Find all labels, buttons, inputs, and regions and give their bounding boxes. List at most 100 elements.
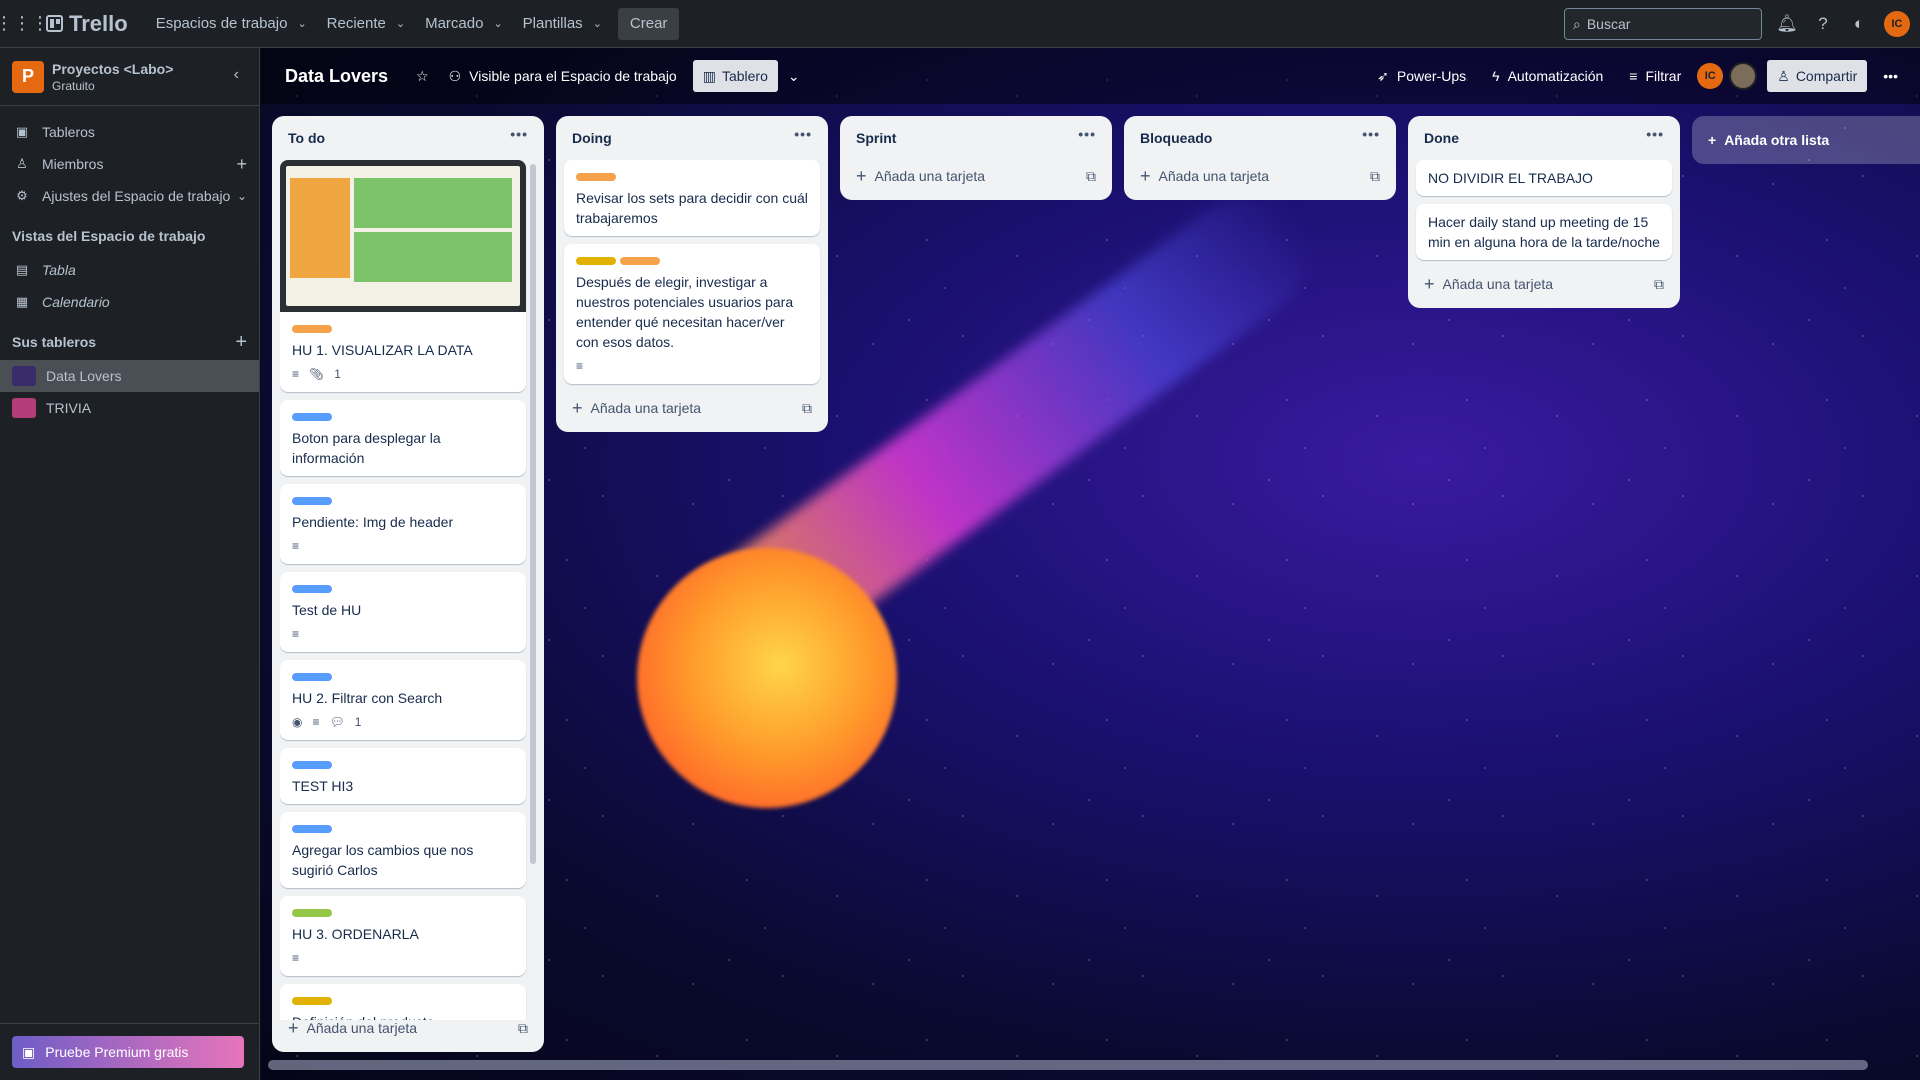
card-label[interactable] — [292, 325, 332, 333]
card-label[interactable] — [292, 761, 332, 769]
app-switcher-icon[interactable]: ⋮⋮⋮ — [0, 12, 49, 36]
menu-workspaces[interactable]: Espacios de trabajo ⌄ — [146, 8, 317, 40]
views-dropdown[interactable]: ⌄ — [778, 60, 810, 92]
add-list-button[interactable]: + Añada otra lista — [1692, 116, 1920, 164]
list-menu-icon[interactable]: ••• — [510, 126, 528, 142]
card-label[interactable] — [292, 413, 332, 421]
member-avatar[interactable]: IC — [1697, 63, 1724, 89]
card[interactable]: Después de elegir, investigar a nuestros… — [564, 244, 820, 384]
card-template-icon[interactable]: ⧉ — [1086, 168, 1096, 185]
more-options-icon[interactable]: ••• — [1873, 60, 1908, 92]
card-label[interactable] — [292, 673, 332, 681]
card-template-icon[interactable]: ⧉ — [518, 1020, 528, 1037]
notifications-icon[interactable]: 🔔︎ — [1776, 13, 1798, 35]
workspace-logo[interactable]: P — [12, 60, 44, 93]
card[interactable]: HU 2. Filtrar con Search ◉ ≡ 💬︎ 1 — [280, 660, 526, 740]
board-view-button[interactable]: ▥ Tablero — [692, 60, 778, 92]
list-menu-icon[interactable]: ••• — [794, 126, 812, 142]
add-member-icon[interactable]: + — [236, 154, 247, 175]
member-avatar-photo[interactable] — [1729, 62, 1758, 90]
card-label[interactable] — [292, 825, 332, 833]
card-label[interactable] — [620, 257, 660, 265]
card-label[interactable] — [576, 257, 616, 265]
sidebar-board-data-lovers[interactable]: Data Lovers — [0, 360, 259, 392]
add-card-label: Añada una tarjeta — [1442, 276, 1554, 292]
board-view-label: Tablero — [721, 68, 768, 84]
theme-toggle-icon[interactable]: ◐ — [1848, 13, 1870, 35]
comment-count: 1 — [354, 715, 362, 729]
card-label[interactable] — [292, 497, 332, 505]
board-horizontal-scrollbar[interactable] — [268, 1060, 1868, 1070]
card-label[interactable] — [292, 585, 332, 593]
card-template-icon[interactable]: ⧉ — [1370, 168, 1380, 185]
sidebar-item-calendar[interactable]: ▦ Calendario — [0, 286, 259, 318]
list-menu-icon[interactable]: ••• — [1646, 126, 1664, 142]
sidebar-item-table[interactable]: ▤ Tabla — [0, 254, 259, 286]
menu-recent[interactable]: Reciente ⌄ — [317, 8, 415, 40]
card-label[interactable] — [576, 173, 616, 181]
collapse-sidebar-icon[interactable]: ‹ — [234, 66, 239, 84]
list-header[interactable]: Doing ••• — [564, 116, 820, 160]
add-card-button[interactable]: + Añada una tarjeta ⧉ — [1416, 268, 1672, 300]
card[interactable]: Test de HU ≡ — [280, 572, 526, 652]
sidebar-item-boards[interactable]: ▣ Tableros — [0, 116, 259, 148]
add-card-button[interactable]: + Añada una tarjeta ⧉ — [1132, 160, 1388, 192]
card[interactable]: TEST HI3 — [280, 748, 526, 804]
trello-logo[interactable]: Trello — [46, 11, 128, 37]
list-header[interactable]: Bloqueado ••• — [1132, 116, 1388, 160]
card-template-icon[interactable]: ⧉ — [802, 400, 812, 417]
list-title: To do — [288, 130, 326, 146]
workspace-plan: Gratuito — [52, 78, 95, 93]
card-template-icon[interactable]: ⧉ — [1654, 276, 1664, 293]
add-card-button[interactable]: + Añada una tarjeta ⧉ — [280, 1012, 536, 1044]
card-label[interactable] — [292, 997, 332, 1005]
card[interactable]: Boton para desplegar la información — [280, 400, 526, 476]
card[interactable]: Revisar los sets para decidir con cuál t… — [564, 160, 820, 236]
list-scrollbar[interactable] — [530, 164, 536, 864]
list-header[interactable]: Done ••• — [1416, 116, 1672, 160]
card[interactable]: HU 3. ORDENARLA ≡ — [280, 896, 526, 976]
chevron-down-icon: ⌄ — [395, 18, 406, 30]
automation-button[interactable]: ϟ Automatización — [1482, 60, 1613, 92]
card-title: HU 2. Filtrar con Search — [292, 690, 443, 706]
card[interactable]: Agregar los cambios que nos sugirió Carl… — [280, 812, 526, 888]
menu-starred[interactable]: Marcado ⌄ — [415, 8, 513, 40]
table-icon: ▤ — [15, 262, 29, 277]
list-menu-icon[interactable]: ••• — [1078, 126, 1096, 142]
card-title: HU 3. ORDENARLA — [292, 926, 419, 942]
add-card-button[interactable]: + Añada una tarjeta ⧉ — [564, 392, 820, 424]
star-board-icon[interactable]: ☆ — [406, 60, 439, 92]
card-label[interactable] — [292, 909, 332, 917]
sidebar-board-trivia[interactable]: TRIVIA — [0, 392, 259, 424]
share-button[interactable]: ♙ Compartir — [1767, 60, 1868, 92]
list-menu-icon[interactable]: ••• — [1362, 126, 1380, 142]
powerups-button[interactable]: ➶ Power-Ups — [1367, 60, 1476, 92]
chevron-down-icon: ⌄ — [236, 189, 247, 203]
search-input[interactable]: ⌕ Buscar — [1564, 8, 1762, 40]
card-badges: ≡ — [292, 536, 514, 556]
card[interactable]: NO DIVIDIR EL TRABAJO — [1416, 160, 1672, 196]
visibility-button[interactable]: ⚇ Visible para el Espacio de trabajo — [439, 60, 687, 92]
help-icon[interactable]: ? — [1812, 13, 1834, 35]
filter-button[interactable]: ≡ Filtrar — [1619, 60, 1691, 92]
list-header[interactable]: Sprint ••• — [848, 116, 1104, 160]
board-title[interactable]: Data Lovers — [285, 66, 388, 87]
card-title: Después de elegir, investigar a nuestros… — [576, 274, 794, 350]
try-premium-button[interactable]: ▣ Pruebe Premium gratis — [12, 1036, 244, 1068]
card-badges: ≡ 📎︎ 1 — [292, 364, 514, 384]
card[interactable]: HU 1. VISUALIZAR LA DATA ≡ 📎︎ 1 — [280, 160, 526, 392]
add-board-icon[interactable]: + — [235, 331, 247, 354]
sidebar-item-label: Tabla — [42, 262, 76, 278]
sidebar-item-settings[interactable]: ⚙ Ajustes del Espacio de trabajo ⌄ — [0, 180, 259, 212]
card[interactable]: Pendiente: Img de header ≡ — [280, 484, 526, 564]
chevron-down-icon: ⌄ — [787, 67, 800, 84]
account-avatar[interactable]: IC — [1884, 11, 1910, 37]
list-header[interactable]: To do ••• — [280, 116, 536, 160]
menu-templates[interactable]: Plantillas ⌄ — [513, 8, 612, 40]
workspace-name[interactable]: Proyectos <Labo> — [52, 61, 173, 77]
sidebar-item-members[interactable]: ♙ Miembros + — [0, 148, 259, 180]
board-thumbnail — [12, 366, 36, 386]
create-button[interactable]: Crear — [617, 7, 680, 40]
add-card-button[interactable]: + Añada una tarjeta ⧉ — [848, 160, 1104, 192]
card[interactable]: Hacer daily stand up meeting de 15 min e… — [1416, 204, 1672, 260]
